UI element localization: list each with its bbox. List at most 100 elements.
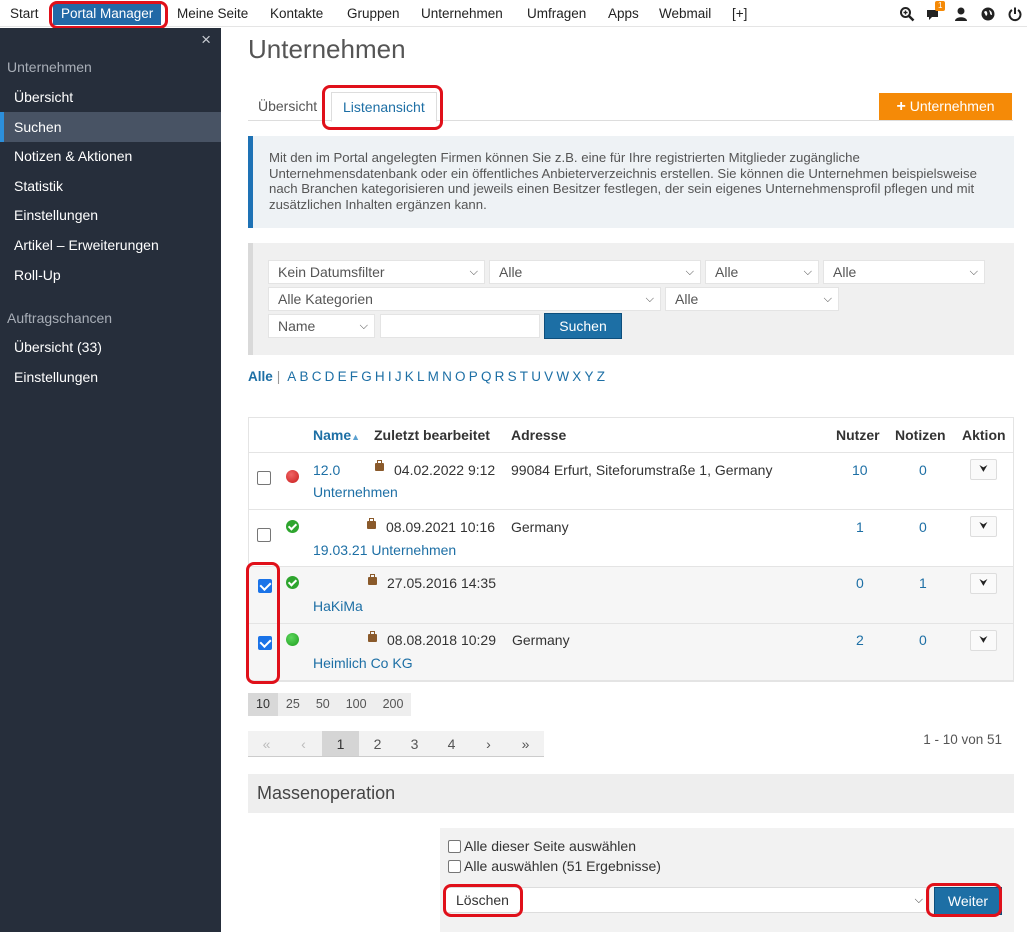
alpha-letter-p[interactable]: P: [469, 369, 478, 384]
company-link-line2[interactable]: Unternehmen: [313, 484, 398, 500]
users-count[interactable]: 10: [852, 462, 868, 478]
nav-start[interactable]: Start: [10, 0, 39, 27]
alpha-letter-t[interactable]: T: [520, 369, 528, 384]
search-input[interactable]: [380, 314, 540, 338]
sidebar-item-statistik[interactable]: Statistik: [0, 171, 221, 201]
page-prev[interactable]: ‹: [285, 731, 322, 756]
page-2[interactable]: 2: [359, 731, 396, 756]
tab-listenansicht[interactable]: Listenansicht: [331, 92, 437, 122]
add-company-button[interactable]: + Unternehmen: [879, 93, 1012, 120]
search-button[interactable]: Suchen: [544, 313, 622, 339]
sidebar-item-artikel-erweiterungen[interactable]: Artikel – Erweiterungen: [0, 230, 221, 260]
alpha-all[interactable]: Alle: [248, 369, 273, 384]
alpha-letter-o[interactable]: O: [455, 369, 466, 384]
alpha-letter-w[interactable]: W: [556, 369, 569, 384]
select-page-checkbox[interactable]: [448, 840, 461, 853]
row-checkbox[interactable]: [257, 528, 271, 542]
select-all-checkbox[interactable]: [448, 860, 461, 873]
sidebar-item-chancen-einstellungen[interactable]: Einstellungen: [0, 362, 221, 392]
filter-select-1[interactable]: Alle ⌵: [489, 260, 701, 284]
alpha-letter-c[interactable]: C: [312, 369, 322, 384]
alpha-letter-e[interactable]: E: [338, 369, 347, 384]
power-icon[interactable]: [1007, 6, 1023, 22]
nav-meine-seite[interactable]: Meine Seite: [177, 0, 248, 27]
nav-gruppen[interactable]: Gruppen: [347, 0, 400, 27]
messages-icon[interactable]: 1: [926, 0, 946, 22]
alpha-letter-x[interactable]: X: [572, 369, 581, 384]
alpha-letter-v[interactable]: V: [544, 369, 553, 384]
search-field-select[interactable]: Name ⌵: [268, 314, 375, 338]
search-zoom-icon[interactable]: [899, 6, 915, 22]
globe-icon[interactable]: [980, 6, 996, 22]
alpha-letter-f[interactable]: F: [350, 369, 358, 384]
sidebar-item-uebersicht[interactable]: Übersicht: [0, 82, 221, 112]
date-filter-select[interactable]: Kein Datumsfilter ⌵: [268, 260, 485, 284]
alpha-letter-l[interactable]: L: [417, 369, 425, 384]
alpha-letter-i[interactable]: I: [388, 369, 392, 384]
alpha-letter-h[interactable]: H: [375, 369, 385, 384]
alpha-letter-b[interactable]: B: [300, 369, 309, 384]
alpha-letter-n[interactable]: N: [442, 369, 452, 384]
filter-select-4[interactable]: Alle ⌵: [665, 287, 839, 311]
page-next[interactable]: ›: [470, 731, 507, 756]
page-4[interactable]: 4: [433, 731, 470, 756]
user-icon[interactable]: [953, 6, 969, 22]
alpha-letter-k[interactable]: K: [405, 369, 414, 384]
alpha-letter-u[interactable]: U: [531, 369, 541, 384]
page-size-200[interactable]: 200: [375, 693, 412, 716]
notes-count[interactable]: 0: [919, 519, 927, 535]
page-first[interactable]: «: [248, 731, 285, 756]
alpha-letter-m[interactable]: M: [428, 369, 439, 384]
column-name-header[interactable]: Name▲: [313, 427, 360, 443]
alpha-letter-r[interactable]: R: [495, 369, 505, 384]
nav-umfragen[interactable]: Umfragen: [527, 0, 586, 27]
alpha-letter-a[interactable]: A: [287, 369, 296, 384]
page-1[interactable]: 1: [322, 731, 359, 756]
filter-select-3[interactable]: Alle ⌵: [823, 260, 985, 284]
sidebar-item-einstellungen[interactable]: Einstellungen: [0, 200, 221, 230]
nav-unternehmen[interactable]: Unternehmen: [421, 0, 503, 27]
close-icon[interactable]: ×: [201, 30, 211, 50]
action-dropdown-button[interactable]: ⮟: [970, 573, 997, 594]
category-select[interactable]: Alle Kategorien ⌵: [268, 287, 661, 311]
column-edited-header[interactable]: Zuletzt bearbeitet: [374, 427, 490, 443]
filter-select-2[interactable]: Alle ⌵: [705, 260, 819, 284]
row-checkbox[interactable]: [258, 636, 272, 650]
weiter-button[interactable]: Weiter: [934, 887, 1002, 915]
alpha-letter-z[interactable]: Z: [597, 369, 605, 384]
tab-uebersicht[interactable]: Übersicht: [258, 92, 317, 121]
page-size-100[interactable]: 100: [338, 693, 375, 716]
column-notes-header[interactable]: Notizen: [895, 427, 946, 443]
users-count[interactable]: 1: [856, 519, 864, 535]
sidebar-item-roll-up[interactable]: Roll-Up: [0, 260, 221, 290]
sidebar-item-suchen[interactable]: Suchen: [0, 112, 221, 142]
alpha-letter-d[interactable]: D: [325, 369, 335, 384]
alpha-letter-q[interactable]: Q: [481, 369, 492, 384]
alpha-letter-j[interactable]: J: [395, 369, 402, 384]
notes-count[interactable]: 0: [919, 632, 927, 648]
nav-more[interactable]: [+]: [732, 0, 747, 27]
action-dropdown-button[interactable]: ⮟: [970, 516, 997, 537]
notes-count[interactable]: 1: [919, 575, 927, 591]
sidebar-item-chancen-uebersicht[interactable]: Übersicht (33): [0, 332, 221, 362]
alpha-letter-s[interactable]: S: [508, 369, 517, 384]
users-count[interactable]: 2: [856, 632, 864, 648]
nav-apps[interactable]: Apps: [608, 0, 639, 27]
column-users-header[interactable]: Nutzer: [836, 427, 880, 443]
column-address-header[interactable]: Adresse: [511, 427, 566, 443]
page-3[interactable]: 3: [396, 731, 433, 756]
page-size-50[interactable]: 50: [308, 693, 338, 716]
users-count[interactable]: 0: [856, 575, 864, 591]
nav-webmail[interactable]: Webmail: [659, 0, 711, 27]
action-dropdown-button[interactable]: ⮟: [970, 630, 997, 651]
alpha-letter-y[interactable]: Y: [585, 369, 594, 384]
company-link-line2[interactable]: Heimlich Co KG: [313, 655, 413, 671]
operation-select[interactable]: Löschen ⌵: [445, 887, 930, 913]
row-checkbox[interactable]: [258, 579, 272, 593]
company-link-line2[interactable]: HaKiMa: [313, 598, 363, 614]
page-size-25[interactable]: 25: [278, 693, 308, 716]
company-link-line2[interactable]: 19.03.21 Unternehmen: [313, 542, 456, 558]
company-link[interactable]: 12.0: [313, 462, 340, 478]
page-last[interactable]: »: [507, 731, 544, 756]
nav-portal-manager[interactable]: Portal Manager: [53, 3, 162, 25]
